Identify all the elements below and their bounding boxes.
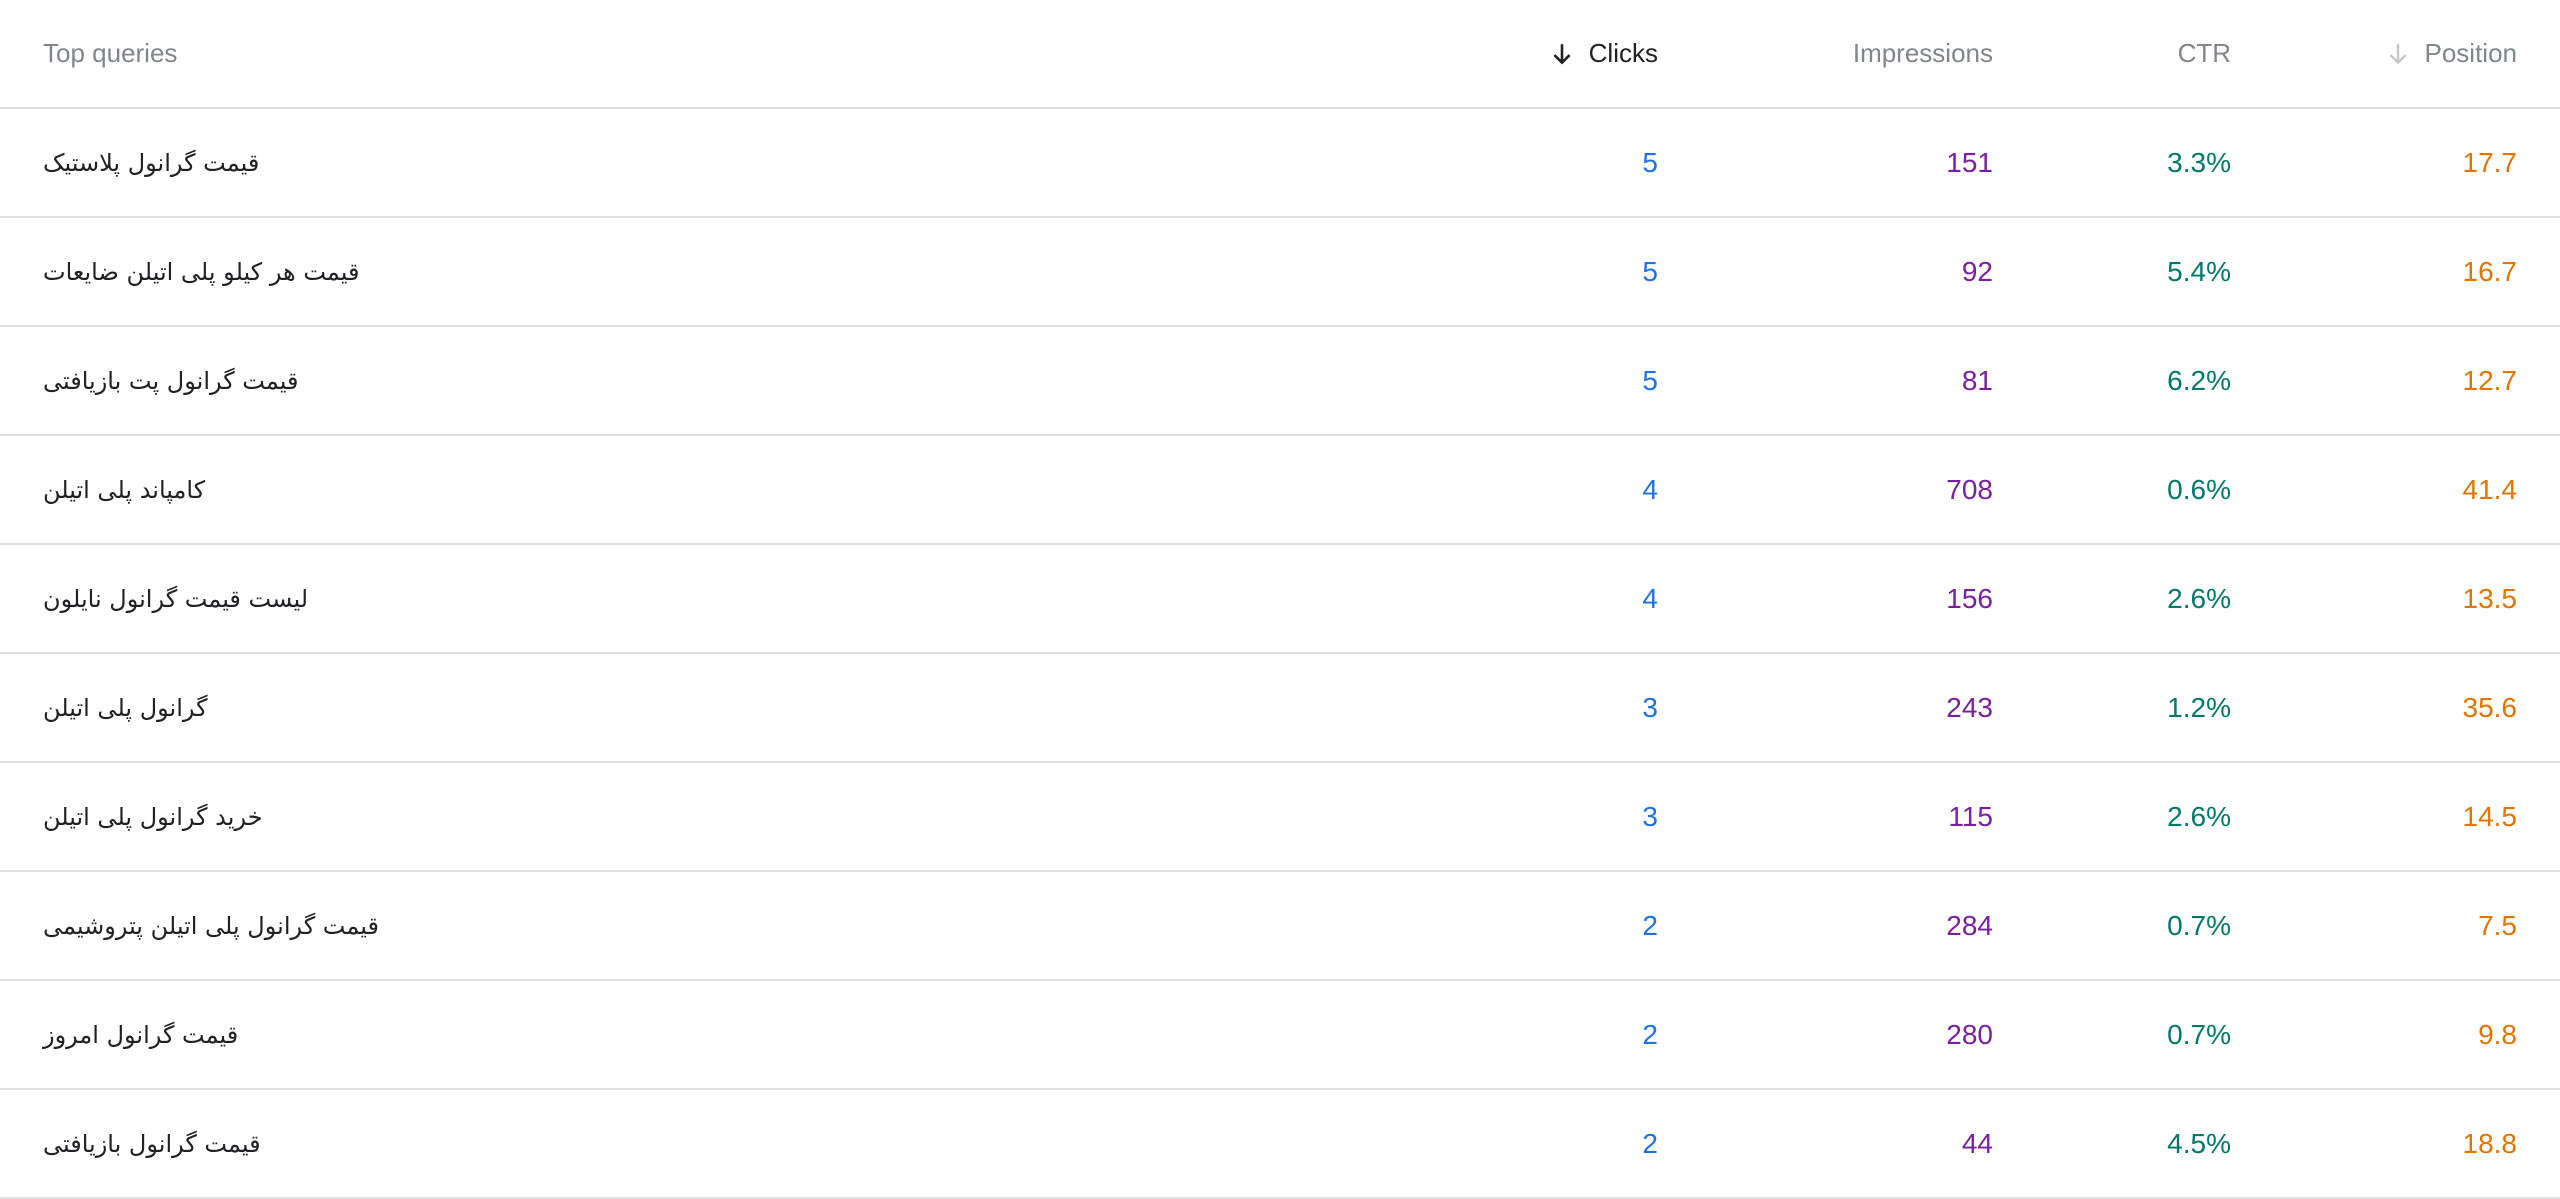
clicks-cell: 4 <box>1642 582 1658 614</box>
header-clicks[interactable]: Clicks <box>1549 38 1658 69</box>
position-cell: 17.7 <box>2462 146 2518 178</box>
query-cell: قیمت گرانول امروز <box>43 1020 239 1049</box>
table-row[interactable]: قیمت گرانول پلی اتیلن پتروشیمی 2 284 0.7… <box>0 872 2560 981</box>
ctr-cell: 5.4% <box>2167 255 2231 287</box>
query-cell: قیمت گرانول پت بازیافتی <box>43 366 299 395</box>
clicks-cell: 3 <box>1642 691 1658 723</box>
clicks-cell: 2 <box>1642 909 1658 941</box>
impressions-cell: 92 <box>1961 255 1993 287</box>
ctr-cell: 2.6% <box>2167 582 2231 614</box>
clicks-cell: 5 <box>1642 364 1658 396</box>
ctr-cell: 0.7% <box>2167 909 2231 941</box>
impressions-cell: 243 <box>1946 691 1993 723</box>
header-impressions[interactable]: Impressions <box>1853 38 1993 69</box>
ctr-cell: 0.7% <box>2167 1018 2231 1050</box>
clicks-cell: 4 <box>1642 473 1658 505</box>
position-cell: 7.5 <box>2478 909 2517 941</box>
ctr-cell: 2.6% <box>2167 800 2231 832</box>
header-ctr-label: CTR <box>2177 38 2231 68</box>
table-row[interactable]: قیمت گرانول پت بازیافتی 5 81 6.2% 12.7 <box>0 327 2560 436</box>
clicks-cell: 5 <box>1642 255 1658 287</box>
ctr-cell: 3.3% <box>2167 146 2231 178</box>
header-position-label: Position <box>2424 38 2518 68</box>
table-row[interactable]: خرید گرانول پلی اتیلن 3 115 2.6% 14.5 <box>0 763 2560 872</box>
ctr-cell: 4.5% <box>2167 1127 2231 1159</box>
queries-table: Top queries Clicks Impressions CTR Posit… <box>0 0 2560 1199</box>
clicks-cell: 3 <box>1642 800 1658 832</box>
table-row[interactable]: قیمت گرانول پلاستیک 5 151 3.3% 17.7 <box>0 109 2560 218</box>
table-row[interactable]: قیمت گرانول بازیافتی 2 44 4.5% 18.8 <box>0 1090 2560 1199</box>
query-cell: قیمت هر کیلو پلی اتیلن ضایعات <box>43 257 360 286</box>
position-cell: 12.7 <box>2462 364 2518 396</box>
clicks-cell: 2 <box>1642 1018 1658 1050</box>
arrow-down-icon <box>2389 43 2406 64</box>
position-cell: 9.8 <box>2478 1018 2517 1050</box>
impressions-cell: 280 <box>1946 1018 1993 1050</box>
clicks-cell: 2 <box>1642 1127 1658 1159</box>
ctr-cell: 6.2% <box>2167 364 2231 396</box>
query-cell: خرید گرانول پلی اتیلن <box>43 802 263 831</box>
header-top-queries[interactable]: Top queries <box>0 38 1300 69</box>
impressions-cell: 115 <box>1948 800 1993 832</box>
table-row[interactable]: قیمت گرانول امروز 2 280 0.7% 9.8 <box>0 981 2560 1090</box>
query-cell: قیمت گرانول بازیافتی <box>43 1129 261 1158</box>
impressions-cell: 284 <box>1946 909 1993 941</box>
query-cell: گرانول پلی اتیلن <box>43 693 208 722</box>
clicks-cell: 5 <box>1642 146 1658 178</box>
query-cell: قیمت گرانول پلاستیک <box>43 148 260 177</box>
impressions-cell: 151 <box>1946 146 1993 178</box>
impressions-cell: 81 <box>1961 364 1993 396</box>
ctr-cell: 1.2% <box>2167 691 2231 723</box>
table-body: قیمت گرانول پلاستیک 5 151 3.3% 17.7 قیمت… <box>0 109 2560 1199</box>
position-cell: 14.5 <box>2462 800 2518 832</box>
impressions-cell: 156 <box>1946 582 1993 614</box>
impressions-cell: 44 <box>1961 1127 1993 1159</box>
table-row[interactable]: قیمت هر کیلو پلی اتیلن ضایعات 5 92 5.4% … <box>0 218 2560 327</box>
header-clicks-label: Clicks <box>1588 38 1658 68</box>
table-row[interactable]: لیست قیمت گرانول نایلون 4 156 2.6% 13.5 <box>0 545 2560 654</box>
header-position[interactable]: Position <box>2385 38 2518 69</box>
header-ctr[interactable]: CTR <box>2178 38 2231 69</box>
position-cell: 16.7 <box>2462 255 2518 287</box>
header-impressions-label: Impressions <box>1852 38 1993 68</box>
table-row[interactable]: گرانول پلی اتیلن 3 243 1.2% 35.6 <box>0 654 2560 763</box>
impressions-cell: 708 <box>1946 473 1993 505</box>
position-cell: 18.8 <box>2462 1127 2518 1159</box>
position-cell: 41.4 <box>2462 473 2518 505</box>
query-cell: کامپاند پلی اتیلن <box>43 475 206 504</box>
position-cell: 13.5 <box>2462 582 2518 614</box>
query-cell: لیست قیمت گرانول نایلون <box>43 584 309 613</box>
position-cell: 35.6 <box>2462 691 2518 723</box>
table-row[interactable]: کامپاند پلی اتیلن 4 708 0.6% 41.4 <box>0 436 2560 545</box>
query-cell: قیمت گرانول پلی اتیلن پتروشیمی <box>43 911 379 940</box>
arrow-down-icon <box>1553 43 1571 65</box>
ctr-cell: 0.6% <box>2167 473 2231 505</box>
table-header: Top queries Clicks Impressions CTR Posit… <box>0 0 2560 109</box>
